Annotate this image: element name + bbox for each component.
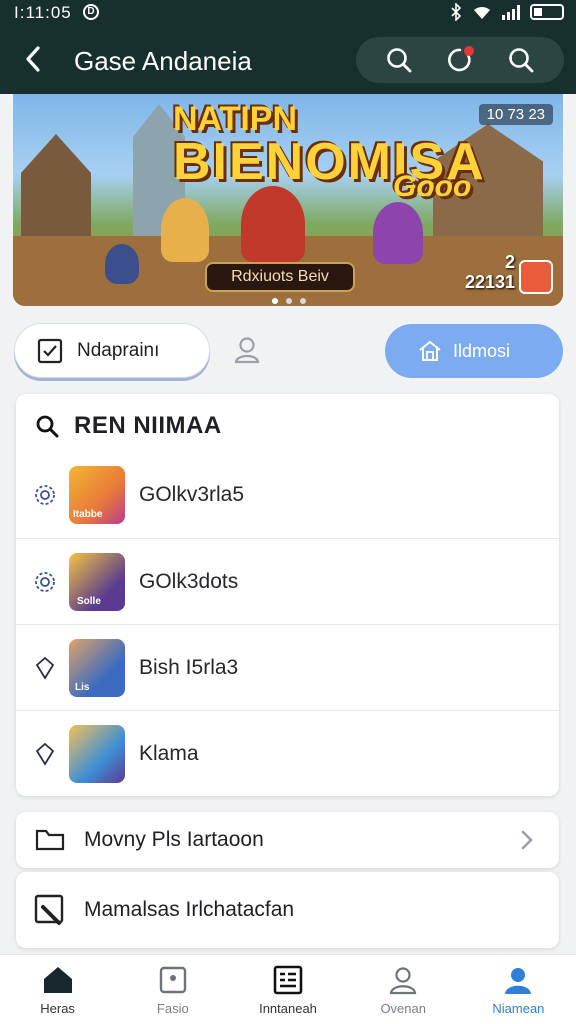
nav-item-label: Ovenan [380,1001,426,1016]
checkbox-icon [37,338,63,363]
tab-left[interactable]: Ndaprainı [14,323,210,378]
home-icon [43,967,72,993]
list-item[interactable]: Klama [16,710,559,796]
nav-item-profile[interactable]: Niamean [461,955,576,1024]
game-thumbnail-text: Solle [77,595,101,607]
banner-score-line2: 22131 [464,272,515,292]
user-icon [389,967,417,995]
nav-item-overview[interactable]: Ovenan [346,955,461,1024]
banner-score-top: 10 73 23 [478,104,553,125]
banner-title: NATIPN BIENOMISA Gooo [173,102,486,203]
carousel-dot[interactable] [286,298,292,304]
game-list-card: REN NIIMAA Itabbe GOlkv3rla5 Solle GOlk3… [16,394,559,796]
nav-item-label: Inntaneah [259,1001,317,1016]
carousel-dot[interactable] [272,298,278,304]
carousel-indicator[interactable] [272,298,306,304]
nav-row[interactable]: Movny Pls Iartaoon [16,812,559,868]
banner-score-bottom: 2 22131 [465,252,515,292]
carousel-dot[interactable] [300,298,306,304]
home-icon [419,340,441,361]
row-icon-wrap [16,893,84,927]
notifications-button[interactable] [444,44,476,76]
nav-item-label: Niamean [492,1001,545,1016]
signal-icon [502,4,520,20]
chevron-right-icon [521,830,533,850]
list-item-label: GOlkv3rla5 [139,483,245,506]
promo-banner[interactable]: NATIPN BIENOMISA Gooo Rdxiuots Beiv 10 7… [13,94,563,306]
page-title: Gase Andaneia [74,46,252,76]
game-thumbnail [69,724,125,783]
back-button[interactable] [20,42,48,76]
bluetooth-icon [451,3,462,21]
status-bar: I:11:05 D [0,0,576,26]
news-icon [273,965,303,995]
header-actions [356,37,564,83]
list-item[interactable]: Solle GOlk3dots [16,538,559,624]
tab-left-label: Ndaprainı [77,339,160,361]
gear-icon [35,571,55,592]
status-icons [450,3,564,21]
search-icon [509,48,534,73]
shield-icon [35,742,55,766]
battery-icon [530,4,564,20]
gear-icon [35,485,55,505]
game-thumbnail: Solle [69,552,125,611]
banner-hero-art [241,186,305,262]
row-lead [21,711,69,797]
app-header: I:11:05 D Gase Andaneia [0,0,576,94]
status-time: I:11:05 [14,3,72,22]
banner-mini-avatar [519,260,553,294]
game-thumbnail-text: Lis [75,681,90,693]
banner-hero-art [105,244,139,284]
banner-score-line1: 2 [504,252,515,272]
folder-icon [35,829,65,851]
banner-hero-art [373,202,423,264]
list-item-label: Bish I5rla3 [139,655,239,679]
banner-cta-button[interactable]: Rdxiuots Beiv [205,262,355,292]
tab-user[interactable] [230,333,264,367]
app-bar: Gase Andaneia [0,26,576,94]
banner-hero-art [161,198,209,262]
nav-item-label: Fasio [156,1001,189,1016]
status-notification-icon: D [83,4,99,20]
row-lead [21,625,69,711]
tools-row[interactable]: Mamalsas Irlchatacfan [16,872,559,948]
tools-row-label: Mamalsas Irlchatacfan [84,898,295,921]
tab-right[interactable]: Ildmosi [385,324,563,378]
nav-item-home[interactable]: Heras [0,955,115,1024]
chevron-left-icon [26,46,40,72]
game-thumbnail: Itabbe [69,466,125,524]
list-item-label: GOlk3dots [139,569,239,593]
bottom-nav: Heras Fasio Inntaneah Ovenan Niamean [0,954,576,1024]
row-lead [21,539,69,625]
nav-row-label: Movny Pls Iartaoon [84,828,264,851]
list-item[interactable]: Itabbe GOlkv3rla5 [16,452,559,538]
game-thumbnail: Lis [69,638,125,697]
nav-item-media[interactable]: Fasio [115,955,230,1024]
banner-title-tail: Gooo [393,170,472,203]
shield-icon [35,656,55,680]
list-item[interactable]: Lis Bish I5rla3 [16,624,559,710]
wifi-icon [474,6,490,20]
list-heading: REN NIIMAA [34,408,222,444]
list-item-label: Klama [139,741,199,765]
search-button-2[interactable] [505,44,537,76]
list-heading-text: REN NIIMAA [74,412,222,439]
row-icon-wrap [16,828,84,852]
nav-item-news[interactable]: Inntaneah [230,955,345,1024]
image-icon [159,966,186,994]
search-button[interactable] [383,44,415,76]
nav-item-label: Heras [40,1001,75,1016]
game-thumbnail-text: Itabbe [73,509,103,520]
edit-icon [34,894,64,925]
row-lead [21,452,69,538]
notification-badge [463,46,474,56]
search-icon [36,415,59,438]
search-icon [386,48,412,73]
tab-right-label: Ildmosi [453,340,511,361]
user-icon [234,337,260,364]
profile-icon [505,968,532,994]
